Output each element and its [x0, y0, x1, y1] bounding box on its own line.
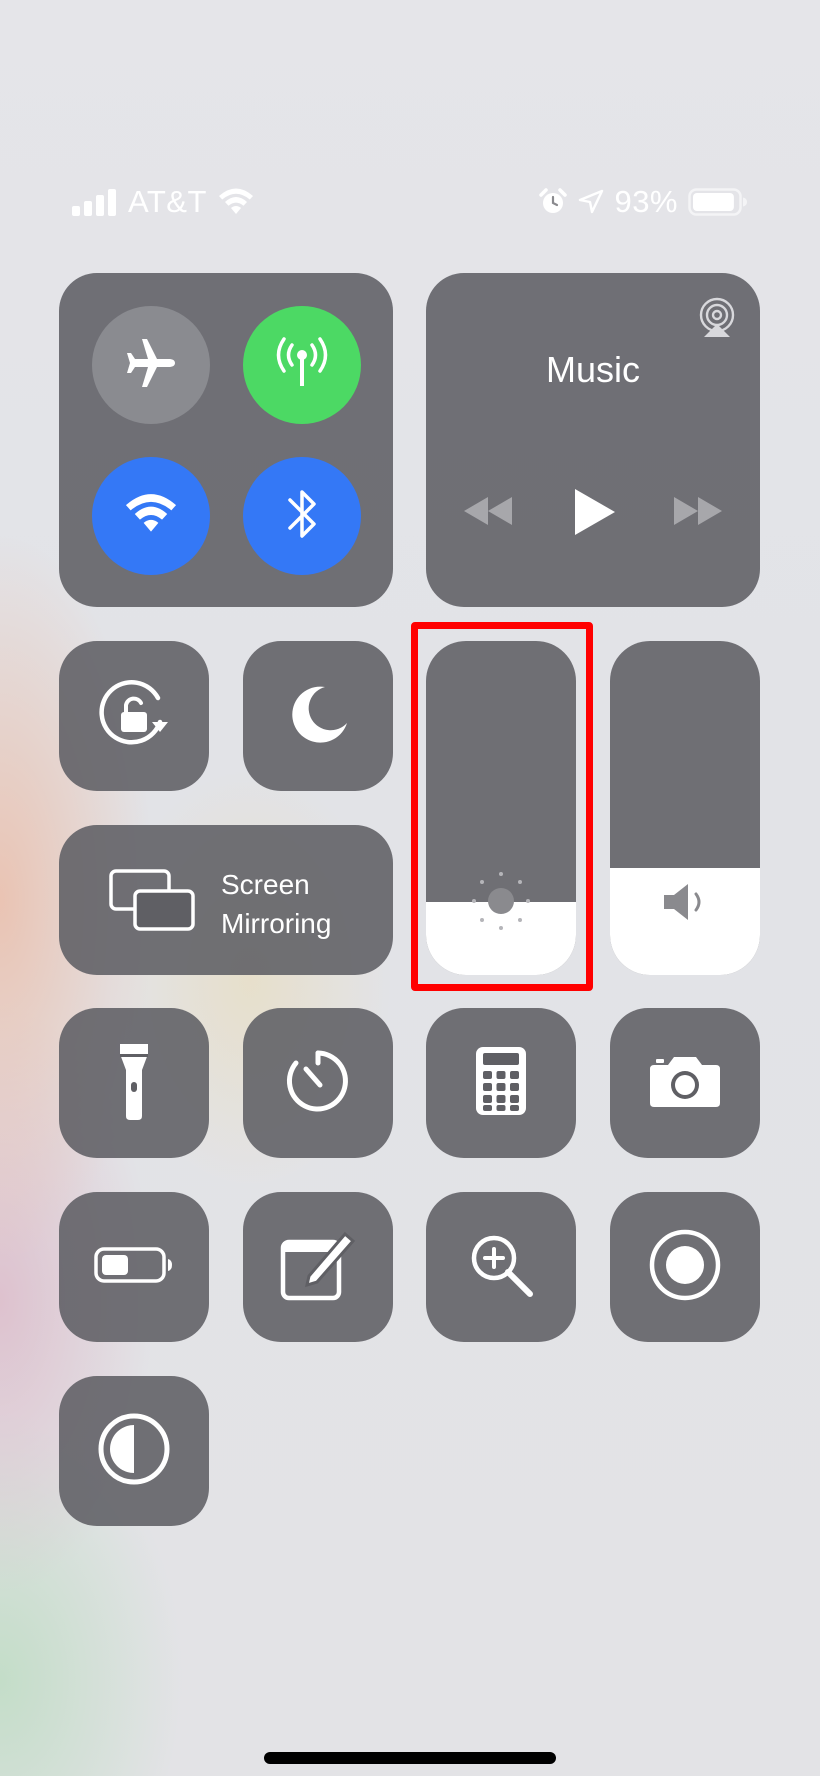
status-bar-right: 93% [538, 184, 748, 220]
airplane-mode-button[interactable] [92, 306, 210, 424]
do-not-disturb-button[interactable] [243, 641, 393, 791]
screen-mirroring-icon [109, 869, 197, 936]
magnifier-button[interactable] [426, 1192, 576, 1342]
timer-button[interactable] [243, 1008, 393, 1158]
flashlight-button[interactable] [59, 1008, 209, 1158]
screen-record-icon [648, 1228, 722, 1307]
low-power-icon [94, 1245, 174, 1290]
screen-mirroring-button[interactable]: Screen Mirroring [59, 825, 393, 975]
play-icon[interactable] [571, 487, 617, 542]
bluetooth-button[interactable] [243, 457, 361, 575]
connectivity-panel [59, 273, 393, 607]
calculator-icon [474, 1045, 528, 1122]
screen-mirroring-line1: Screen [221, 869, 310, 900]
orientation-lock-button[interactable] [59, 641, 209, 791]
notes-icon [279, 1228, 357, 1307]
wifi-button[interactable] [92, 457, 210, 575]
volume-slider[interactable] [610, 641, 760, 975]
signal-bars-icon [72, 188, 118, 216]
moon-icon [285, 681, 351, 752]
location-arrow-icon [578, 189, 604, 215]
screen-mirroring-line2: Mirroring [221, 908, 332, 939]
music-panel[interactable]: Music [426, 273, 760, 607]
camera-icon [648, 1053, 722, 1114]
brightness-slider[interactable] [426, 641, 576, 975]
screen-mirroring-label: Screen Mirroring [221, 865, 331, 943]
bluetooth-icon [282, 484, 322, 549]
status-bar-left: AT&T [72, 184, 255, 220]
alarm-icon [538, 187, 568, 217]
rewind-icon[interactable] [462, 495, 514, 532]
status-bar: AT&T 93% [0, 0, 820, 240]
dark-mode-button[interactable] [59, 1376, 209, 1526]
low-power-mode-button[interactable] [59, 1192, 209, 1342]
antenna-icon [270, 331, 334, 400]
flashlight-icon [114, 1040, 154, 1127]
speaker-icon [662, 881, 712, 928]
carrier-name: AT&T [128, 184, 207, 219]
notes-button[interactable] [243, 1192, 393, 1342]
calculator-button[interactable] [426, 1008, 576, 1158]
dark-mode-icon [96, 1411, 172, 1492]
wifi-icon [217, 187, 255, 217]
sun-icon [471, 871, 531, 936]
fast-forward-icon[interactable] [672, 495, 724, 532]
screen-record-button[interactable] [610, 1192, 760, 1342]
home-indicator[interactable] [264, 1752, 556, 1764]
battery-percentage: 93% [614, 184, 678, 219]
timer-icon [282, 1045, 354, 1122]
airplane-icon [123, 335, 179, 396]
music-title: Music [545, 349, 640, 390]
cellular-data-button[interactable] [243, 306, 361, 424]
wifi-icon [123, 491, 179, 542]
magnifier-icon [466, 1230, 536, 1305]
rotation-lock-icon [94, 674, 174, 759]
camera-button[interactable] [610, 1008, 760, 1158]
airplay-audio-icon[interactable] [696, 297, 738, 344]
battery-icon [688, 188, 748, 216]
